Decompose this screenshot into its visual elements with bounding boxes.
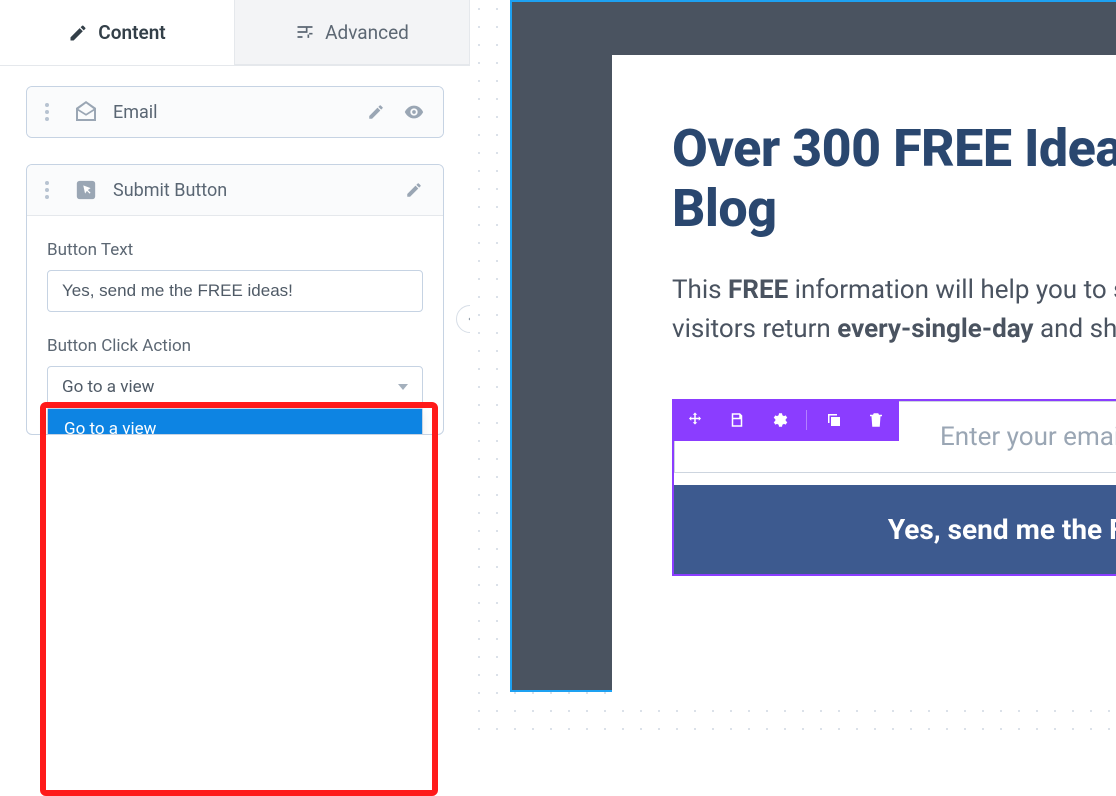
button-action-dropdown: Go to a view Redirect to a url Open emai…: [47, 408, 423, 435]
cta-button-preview[interactable]: Yes, send me the FREE ideas!: [674, 485, 1116, 574]
move-icon: [686, 411, 704, 429]
save-icon: [728, 411, 746, 429]
element-toolbar: [672, 399, 899, 441]
campaign-modal: Over 300 FREE Ideas For Your Blog This F…: [612, 55, 1116, 695]
trash-icon: [867, 411, 885, 429]
save-element-button[interactable]: [722, 405, 752, 435]
submit-button-header[interactable]: Submit Button: [27, 165, 443, 215]
email-block[interactable]: Email: [26, 86, 444, 138]
campaign-frame: Over 300 FREE Ideas For Your Blog This F…: [510, 0, 1116, 692]
tab-content[interactable]: Content: [0, 0, 234, 65]
button-text-input[interactable]: [47, 270, 423, 312]
body-text[interactable]: This FREE information will help you to s…: [672, 271, 1116, 349]
button-action-label: Button Click Action: [47, 336, 423, 356]
annotation-highlight: [40, 402, 438, 796]
dropdown-option[interactable]: Go to a view: [48, 409, 422, 435]
cursor-click-icon: [73, 177, 99, 203]
button-action-select[interactable]: Go to a view: [47, 366, 423, 408]
editor-sidebar: Content Advanced Email: [0, 0, 470, 730]
delete-element-button[interactable]: [861, 405, 891, 435]
chevron-down-icon: [398, 384, 408, 390]
tab-advanced[interactable]: Advanced: [234, 0, 470, 65]
tab-advanced-label: Advanced: [325, 21, 409, 44]
sidebar-body: Email Submit Button: [0, 66, 470, 435]
drag-handle-icon[interactable]: [45, 103, 53, 121]
button-action-value: Go to a view: [62, 377, 154, 397]
button-text-label: Button Text: [47, 240, 423, 260]
submit-button-settings: Button Text Button Click Action Go to a …: [27, 215, 443, 434]
headline-text[interactable]: Over 300 FREE Ideas For Your Blog: [672, 119, 1116, 239]
envelope-open-icon: [73, 99, 99, 125]
selected-element[interactable]: Enter your email here... Yes, send me th…: [672, 399, 1116, 576]
drag-handle-icon[interactable]: [45, 181, 53, 199]
submit-button-block: Submit Button Button Text Button Click A…: [26, 164, 444, 435]
duplicate-element-button[interactable]: [819, 405, 849, 435]
tab-content-label: Content: [98, 21, 165, 44]
pencil-icon: [68, 23, 88, 43]
move-element-button[interactable]: [680, 405, 710, 435]
copy-icon: [825, 411, 843, 429]
gear-icon: [770, 411, 788, 429]
visibility-toggle-button[interactable]: [403, 101, 425, 123]
email-block-title: Email: [113, 102, 351, 123]
sidebar-tabs: Content Advanced: [0, 0, 470, 66]
button-text-group: Button Text: [47, 240, 423, 312]
edit-block-button[interactable]: [365, 101, 387, 123]
submit-button-title: Submit Button: [113, 180, 389, 201]
settings-element-button[interactable]: [764, 405, 794, 435]
button-action-group: Button Click Action Go to a view Go to a…: [47, 336, 423, 408]
toolbar-divider: [806, 410, 807, 430]
edit-block-button[interactable]: [403, 179, 425, 201]
preview-canvas: Over 300 FREE Ideas For Your Blog This F…: [470, 0, 1116, 730]
sliders-icon: [295, 22, 315, 42]
